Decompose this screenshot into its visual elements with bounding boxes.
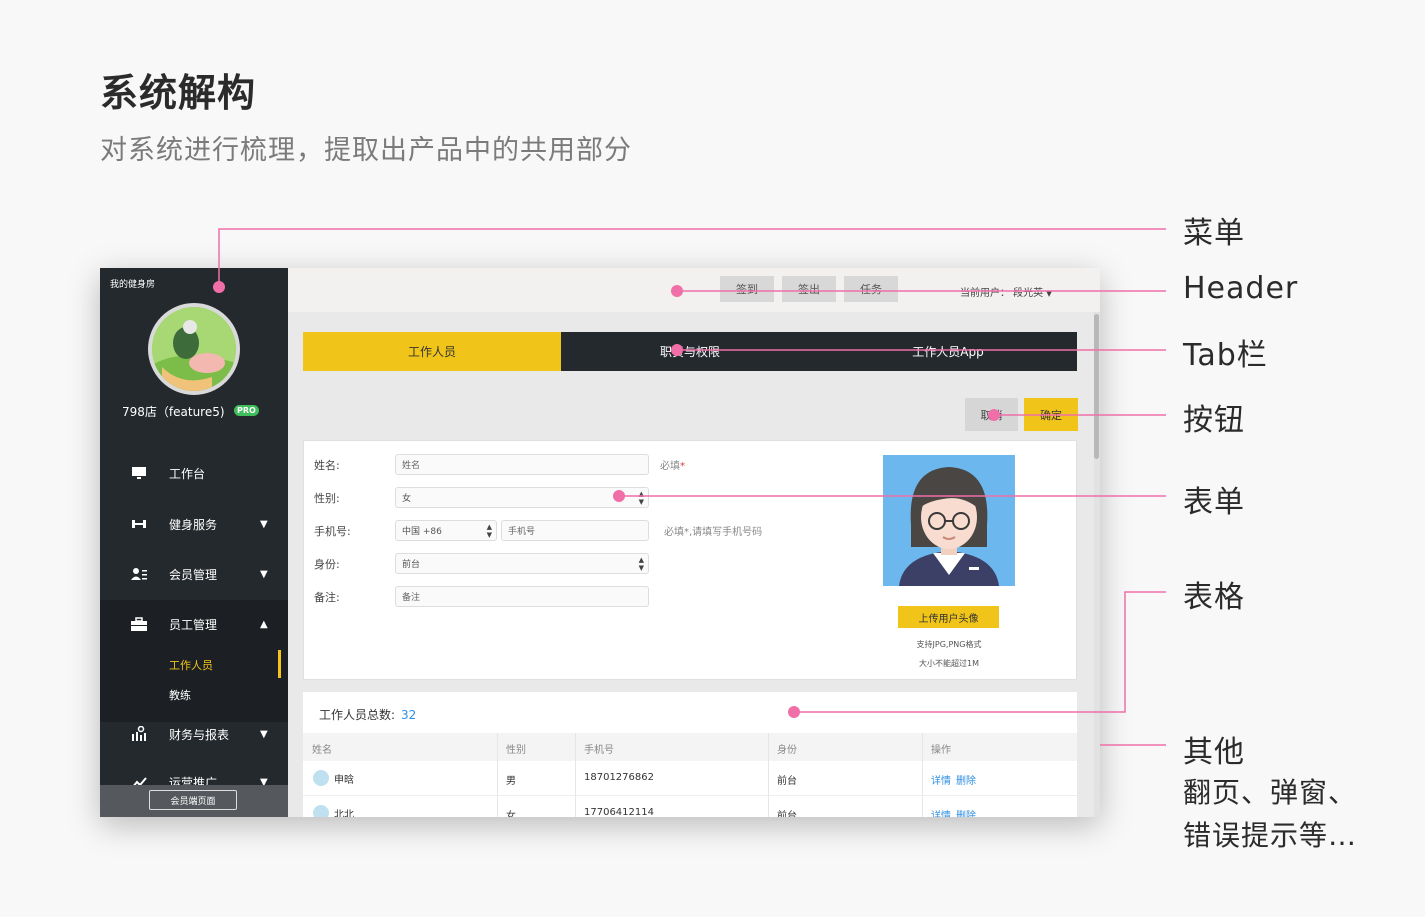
callout-dot-menu — [213, 281, 225, 293]
callout-menu: 菜单 — [1183, 216, 1245, 251]
callout-header: Header — [1183, 271, 1299, 306]
callout-dot-table — [788, 706, 800, 718]
callout-other-line2: 翻页、弹窗、 — [1183, 776, 1358, 809]
callout-button: 按钮 — [1183, 403, 1245, 438]
callout-dot-button — [988, 409, 1000, 421]
callout-dot-header — [671, 285, 683, 297]
callout-line-menu — [218, 228, 1166, 287]
callout-table: 表格 — [1183, 580, 1245, 615]
callout-dot-form — [613, 490, 625, 502]
callout-dot-tabbar — [671, 344, 683, 356]
callout-other-line3: 错误提示等… — [1183, 819, 1358, 852]
callout-tabbar: Tab栏 — [1183, 338, 1268, 373]
callout-line-table — [794, 591, 1166, 713]
callout-form: 表单 — [1183, 485, 1245, 520]
callout-other: 其他 — [1183, 735, 1245, 770]
